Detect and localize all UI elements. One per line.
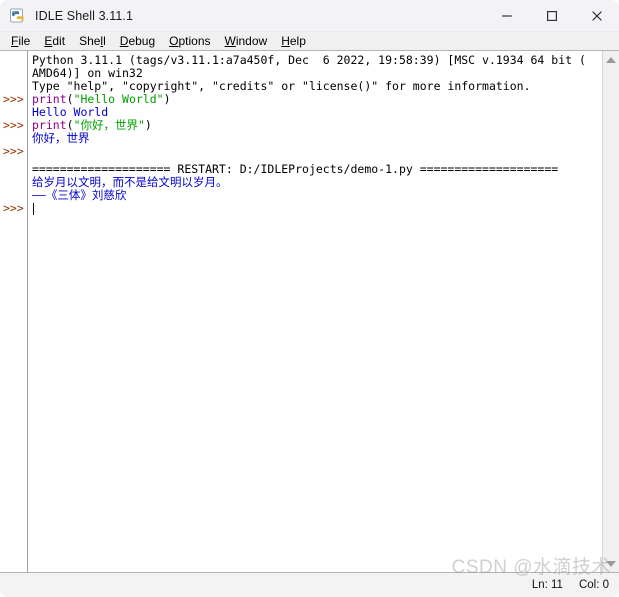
shell-output-pane[interactable]: Python 3.11.1 (tags/v3.11.1:a7a450f, Dec… [29,51,601,572]
shell-text-punct: ( [66,118,74,132]
title-bar: IDLE Shell 3.11.1 [0,0,619,32]
shell-text-str: "Hello World" [73,92,164,106]
text-caret [33,203,34,215]
shell-text-kw: print [32,92,67,106]
scroll-down-arrow[interactable] [603,555,619,572]
menu-item-file[interactable]: File [4,33,37,49]
shell-text-out: 给岁月以文明，而不是给文明以岁月。 [32,175,228,189]
shell-text-punct: ) [163,92,171,106]
shell-line: ——《三体》刘慈欣 [32,189,126,202]
shell-text-out: ——《三体》刘慈欣 [32,188,127,202]
shell-text-plain: Python 3.11.1 (tags/v3.11.1:a7a450f, Dec… [32,53,586,67]
python-idle-icon [9,7,27,25]
menu-item-shell[interactable]: Shell [72,33,113,49]
menu-item-options[interactable]: Options [162,33,217,49]
shell-line: 你好，世界 [32,132,90,145]
idle-shell-window: IDLE Shell 3.11.1 File Edit Shell Debug Opti… [0,0,619,597]
shell-prompt: >>> [3,201,24,215]
shell-text-kw: print [32,118,67,132]
shell-text-out: 你好，世界 [32,131,90,145]
status-bar: Ln: 11 Col: 0 [0,573,619,597]
status-line-number: Ln: 11 [531,579,563,591]
close-button[interactable] [574,0,619,31]
scroll-up-arrow[interactable] [603,51,619,68]
shell-text-plain: ==================== RESTART: D:/IDLEPro… [32,162,559,176]
shell-text-out: Hello World [32,105,109,119]
shell-text-plain: Type "help", "copyright", "credits" or "… [32,79,531,93]
minimize-button[interactable] [484,0,529,31]
prompt-gutter: >>> >>> >>> >>> [0,51,28,572]
vertical-scrollbar[interactable] [602,51,619,572]
shell-prompt: >>> [3,92,24,106]
menu-item-debug[interactable]: Debug [113,33,162,49]
shell-text-punct: ) [144,118,152,132]
shell-text-plain: AMD64)] on win32 [32,66,143,80]
status-column-number: Col: 0 [578,579,609,591]
maximize-button[interactable] [529,0,574,31]
shell-prompt: >>> [3,144,24,158]
shell-text-area[interactable]: >>> >>> >>> >>> Python 3.11.1 (tags/v3.11.1… [0,50,619,573]
menu-item-window[interactable]: Window [218,33,275,49]
shell-prompt: >>> [3,118,24,132]
menu-bar: File Edit Shell Debug Options Window Help [0,32,619,50]
menu-item-help[interactable]: Help [274,33,313,49]
window-controls [484,0,619,31]
menu-item-edit[interactable]: Edit [37,33,72,49]
shell-text-punct: ( [66,92,74,106]
window-title: IDLE Shell 3.11.1 [35,8,134,23]
shell-text-str: "你好，世界" [73,118,145,132]
